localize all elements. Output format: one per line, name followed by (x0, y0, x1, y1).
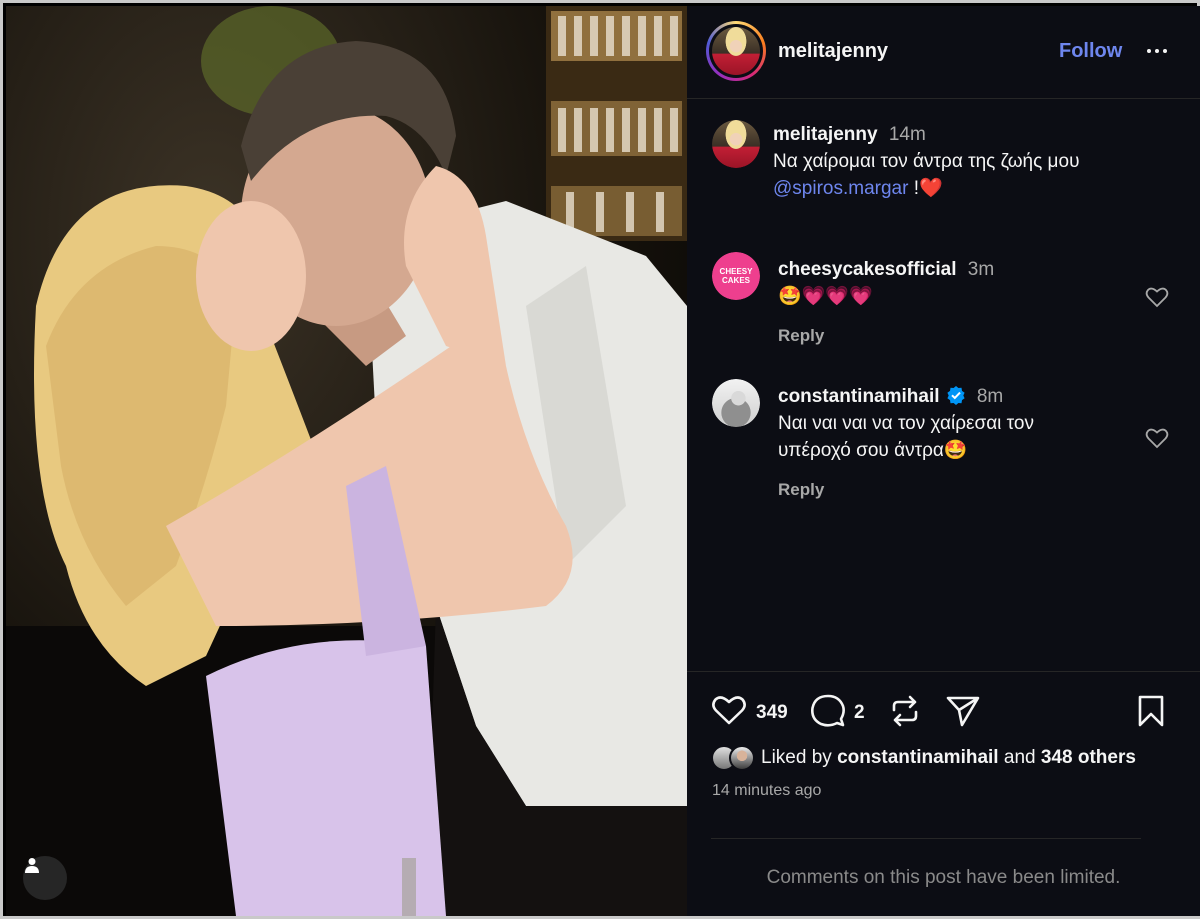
caption-time: 14m (888, 124, 926, 145)
caption-suffix: !❤️ (908, 178, 943, 199)
divider (711, 838, 1141, 839)
comment-time: 3m (967, 259, 995, 280)
liked-by-prefix: Liked by (761, 747, 832, 768)
repost-icon[interactable] (888, 694, 922, 728)
like-heart-icon[interactable] (711, 694, 747, 726)
caption-avatar[interactable] (712, 120, 760, 168)
post-header: melitajenny Follow (687, 6, 1200, 99)
liked-by-row: Liked by constantinamihail and 348 other… (711, 743, 1136, 773)
share-send-icon[interactable] (945, 694, 981, 728)
reply-button[interactable]: Reply (778, 326, 824, 346)
author-username[interactable]: melitajenny (778, 40, 888, 63)
liker-avatar[interactable] (729, 745, 755, 771)
liked-by-user-link[interactable]: constantinamihail (837, 747, 999, 768)
comment-username[interactable]: constantinamihail (778, 386, 940, 407)
comment-text: 🤩💗💗💗 (778, 286, 873, 307)
comment-like-heart-icon[interactable] (1145, 427, 1169, 449)
comments-limited-notice: Comments on this post have been limited. (766, 867, 1121, 888)
caption-username[interactable]: melitajenny (773, 124, 878, 145)
user-icon (25, 858, 39, 873)
post-photo[interactable] (6, 6, 687, 916)
photo-illustration (6, 6, 687, 916)
post-actions: 349 2 Liked by constantinamihail and 348… (687, 671, 1200, 916)
comment-username[interactable]: cheesycakesofficial (778, 259, 957, 280)
comment-text-line-2: υπέροχό σου άντρα🤩 (778, 440, 968, 461)
liked-by-and: and (1003, 747, 1036, 768)
comment-like-heart-icon[interactable] (1145, 286, 1169, 308)
comment-avatar[interactable] (712, 379, 760, 427)
comment-count[interactable]: 2 (854, 702, 865, 724)
reply-button[interactable]: Reply (778, 480, 824, 500)
comment-text-line-1: Ναι ναι ναι να τον χαίρεσαι τον (778, 413, 1034, 434)
cheesy-cakes-logo: CHEESY CAKES (712, 252, 760, 300)
comment-bubble-icon[interactable] (810, 694, 846, 728)
author-avatar[interactable] (706, 21, 766, 81)
like-count[interactable]: 349 (756, 702, 788, 724)
caption-text: Να χαίρομαι τον άντρα της ζωής μου (773, 151, 1080, 172)
follow-button[interactable]: Follow (1059, 40, 1122, 63)
tagged-users-button[interactable] (23, 856, 67, 900)
comment-time: 8m (976, 386, 1004, 407)
instagram-post-window: melitajenny Follow melitajenny 14m Να χα… (0, 0, 1200, 919)
verified-badge-icon (946, 386, 965, 405)
caption-mention-link[interactable]: @spiros.margar (773, 178, 908, 199)
comment-avatar[interactable]: CHEESY CAKES (712, 252, 760, 300)
post-timestamp[interactable]: 14 minutes ago (712, 782, 821, 800)
more-options-icon[interactable] (1140, 36, 1174, 66)
liked-by-others-link[interactable]: 348 others (1041, 747, 1136, 768)
post-side-panel: melitajenny Follow melitajenny 14m Να χα… (687, 6, 1200, 916)
save-bookmark-icon[interactable] (1136, 694, 1166, 728)
